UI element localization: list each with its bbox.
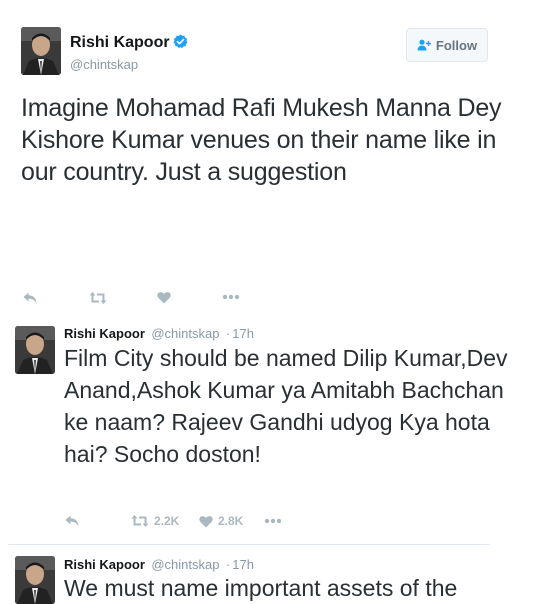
retweet-count: 2.2K	[154, 514, 180, 528]
reply-text: We must name important assets of the	[64, 575, 458, 601]
reply-header: Rishi Kapoor @chintskap · 17h	[64, 325, 254, 343]
avatar[interactable]	[21, 27, 61, 75]
like-icon	[157, 292, 171, 304]
like-button[interactable]: 2.8K	[199, 514, 243, 528]
reply-button[interactable]	[22, 291, 38, 305]
tweet-text: Imagine Mohamad Rafi Mukesh Manna Dey Ki…	[21, 94, 502, 186]
reply-text: Film City should be named Dilip Kumar,De…	[64, 345, 508, 467]
reply-avatar[interactable]	[15, 326, 55, 374]
more-icon	[264, 518, 282, 524]
reply-author-handle[interactable]: @chintskap	[151, 326, 219, 341]
retweet-icon	[131, 515, 149, 527]
author-name[interactable]: Rishi Kapoor	[70, 34, 170, 51]
like-icon	[199, 515, 213, 527]
reply-author-name[interactable]: Rishi Kapoor	[64, 557, 145, 572]
reply-avatar-image	[15, 556, 55, 604]
reply-separator: ·	[225, 326, 231, 341]
reply-separator: ·	[225, 557, 231, 572]
retweet-button[interactable]	[89, 291, 107, 305]
follow-label: Follow	[435, 37, 478, 53]
reply-timestamp[interactable]: 17h	[232, 326, 254, 341]
reply-button[interactable]	[64, 514, 80, 528]
reply-icon	[65, 515, 79, 526]
reply-avatar[interactable]	[15, 556, 55, 604]
author-handle[interactable]: @chintskap	[70, 57, 138, 72]
divider	[8, 544, 490, 545]
reply-avatar-image	[15, 326, 55, 374]
avatar-image	[21, 27, 61, 75]
follow-button[interactable]: Follow	[406, 28, 488, 62]
like-button[interactable]	[157, 291, 171, 304]
more-button[interactable]	[264, 518, 282, 524]
more-icon	[222, 294, 240, 300]
reply-timestamp[interactable]: 17h	[232, 557, 254, 572]
reply-icon	[23, 292, 37, 303]
more-button[interactable]	[222, 294, 240, 300]
reply-author-handle[interactable]: @chintskap	[151, 557, 219, 572]
like-count: 2.8K	[218, 514, 244, 528]
author-name-row: Rishi Kapoor	[70, 34, 188, 54]
follow-person-icon	[417, 39, 431, 51]
reply-author-name[interactable]: Rishi Kapoor	[64, 326, 145, 341]
retweet-icon	[89, 292, 107, 304]
retweet-button[interactable]: 2.2K	[131, 514, 179, 528]
verified-badge-icon	[173, 34, 188, 54]
